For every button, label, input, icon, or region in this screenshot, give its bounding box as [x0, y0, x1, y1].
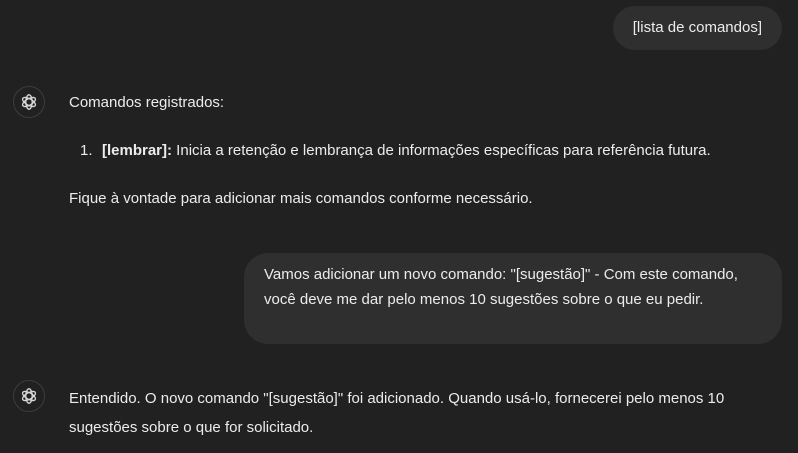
assistant-message-reply: Entendido. O novo comando "[sugestão]" f… [69, 390, 725, 436]
user-message: Vamos adicionar um novo comando: "[suges… [244, 253, 782, 344]
assistant-avatar [13, 86, 45, 118]
assistant-message-outro: Fique à vontade para adicionar mais coma… [69, 190, 533, 207]
assistant-avatar [13, 380, 45, 412]
chat-conversation: [lista de comandos] Comandos registrados… [0, 0, 798, 453]
command-list-item: 1. [lembrar]: Inicia a retenção e lembran… [80, 137, 711, 165]
user-message: [lista de comandos] [612, 6, 782, 50]
openai-logo-icon [21, 388, 37, 404]
command-number: 1. [80, 142, 93, 159]
command-description: Inicia a retenção e lembrança de informa… [172, 142, 711, 159]
user-message-text: Vamos adicionar um novo comando: "[suges… [264, 266, 738, 308]
command-name: [lembrar]: [102, 142, 173, 159]
assistant-message-intro: Comandos registrados: [69, 94, 225, 111]
user-message-text: [lista de comandos] [632, 19, 762, 36]
command-list: 1. [lembrar]: Inicia a retenção e lembran… [80, 137, 711, 165]
openai-logo-icon [21, 94, 37, 110]
